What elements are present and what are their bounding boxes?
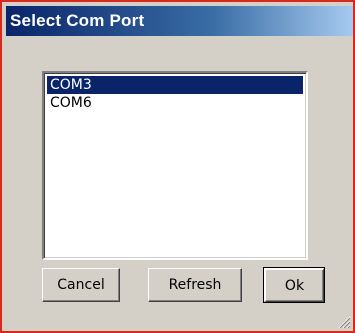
window-title: Select Com Port <box>10 11 145 30</box>
list-item-com3[interactable]: COM3 <box>47 76 303 94</box>
resize-grip-icon[interactable] <box>337 315 351 329</box>
dialog-body: COM3 COM6 Cancel Refresh Ok <box>6 36 353 331</box>
title-bar[interactable]: Select Com Port <box>6 6 353 36</box>
ok-button[interactable]: Ok <box>263 267 325 303</box>
select-com-port-dialog: Select Com Port COM3 COM6 Cancel Refresh… <box>0 0 355 333</box>
list-item-com6[interactable]: COM6 <box>47 94 303 112</box>
cancel-button[interactable]: Cancel <box>42 268 120 302</box>
com-port-list[interactable]: COM3 COM6 <box>42 71 308 260</box>
refresh-button[interactable]: Refresh <box>148 268 242 302</box>
